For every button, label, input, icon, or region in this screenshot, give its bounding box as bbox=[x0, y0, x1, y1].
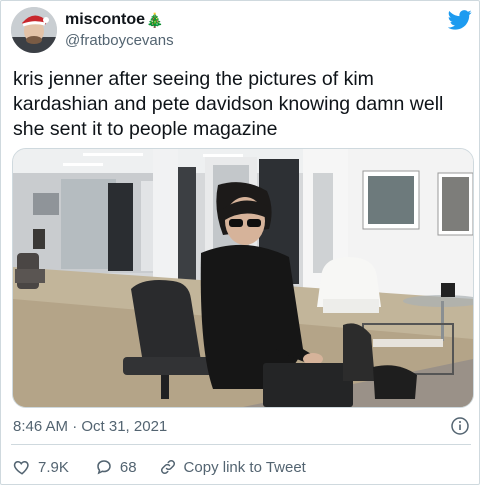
reply-button[interactable]: 68 bbox=[95, 458, 137, 476]
copy-link-button[interactable]: Copy link to Tweet bbox=[159, 458, 306, 476]
tweet-text: kris jenner after seeing the pictures of… bbox=[13, 68, 444, 140]
twitter-bird-icon[interactable] bbox=[447, 10, 472, 30]
avatar[interactable] bbox=[11, 7, 57, 53]
tweet-card: miscontoe 🎄 @fratboycevans kris jenner a… bbox=[0, 0, 480, 485]
like-count: 7.9K bbox=[38, 458, 69, 476]
reply-count: 68 bbox=[119, 458, 137, 476]
like-button[interactable]: 7.9K bbox=[13, 458, 69, 476]
christmas-tree-icon: 🎄 bbox=[146, 12, 164, 28]
divider bbox=[11, 444, 471, 445]
author-handle[interactable]: @fratboycevans bbox=[65, 32, 174, 49]
author-display-name[interactable]: miscontoe bbox=[65, 11, 145, 29]
tweet-actions: 7.9K 68 Copy link to Tweet bbox=[13, 457, 306, 477]
reply-icon bbox=[97, 460, 111, 475]
tweet-media-image[interactable] bbox=[12, 148, 474, 408]
info-icon[interactable] bbox=[451, 417, 469, 435]
copy-link-label: Copy link to Tweet bbox=[183, 458, 306, 476]
link-icon bbox=[160, 459, 175, 475]
heart-icon bbox=[13, 460, 29, 475]
tweet-timestamp[interactable]: 8:46 AM · Oct 31, 2021 bbox=[13, 418, 167, 435]
